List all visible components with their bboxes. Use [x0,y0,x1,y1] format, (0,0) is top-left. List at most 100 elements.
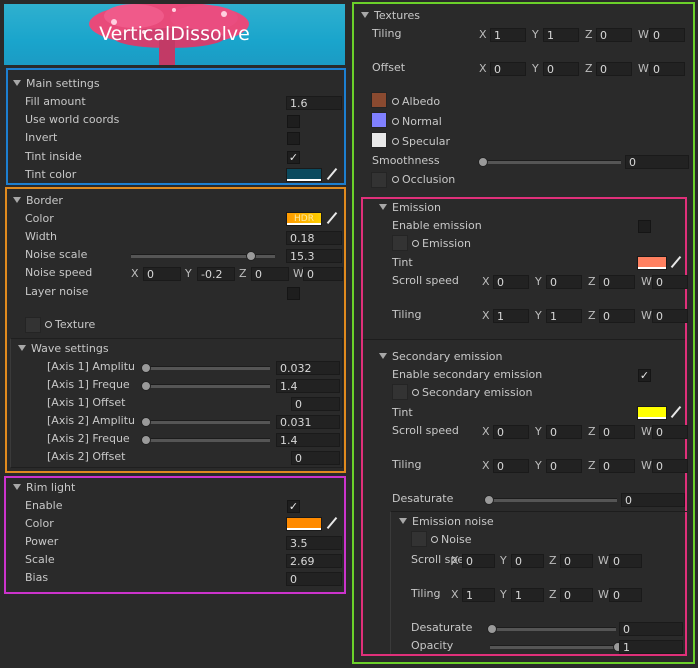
rim-light-foldout[interactable]: Rim light [13,481,75,494]
em-tiling-w-field[interactable]: 0 [652,309,688,323]
smoothness-slider[interactable] [481,160,621,164]
main-settings-foldout[interactable]: Main settings [13,77,100,90]
wave-row-slider-knob[interactable] [141,435,151,445]
wave-row-slider[interactable] [144,384,270,388]
wave-row-slider[interactable] [144,438,270,442]
color-picker-icon[interactable] [327,212,337,224]
em-tiling-z-field[interactable]: 0 [599,309,635,323]
sec-scroll-x-field[interactable]: 0 [493,425,529,439]
sec-tiling-w-field[interactable]: 0 [652,459,688,473]
smoothness-slider-knob[interactable] [478,157,488,167]
border-width-field[interactable]: 0.18 [286,231,342,245]
em-scroll-y-field[interactable]: 0 [546,275,582,289]
emission-noise-foldout[interactable]: Emission noise [399,515,494,528]
sec-tiling-x-field[interactable]: 0 [493,459,529,473]
sec-tiling-y-field[interactable]: 0 [546,459,582,473]
tint-color-swatch[interactable] [286,168,322,182]
border-foldout[interactable]: Border [13,194,63,207]
secondary-desaturate-field[interactable]: 0 [621,493,685,507]
fill-amount-field[interactable]: 1.6 [286,96,342,110]
em-tiling-x-field[interactable]: 1 [493,309,529,323]
object-picker-icon[interactable] [412,389,419,396]
noise-texture-slot[interactable] [411,531,427,547]
border-color-swatch[interactable]: HDR [286,212,322,226]
secondary-tint-swatch[interactable] [637,406,667,420]
em-scroll-x-field[interactable]: 0 [493,275,529,289]
noise-opacity-slider[interactable] [490,645,616,649]
rim-bias-field[interactable]: 0 [286,572,342,586]
secondary-emission-foldout[interactable]: Secondary emission [379,350,503,363]
noise-tiling-x-field[interactable]: 1 [462,588,495,602]
noise-tiling-y-field[interactable]: 1 [511,588,544,602]
wave-row-slider-knob[interactable] [141,381,151,391]
object-picker-icon[interactable] [45,321,52,328]
occlusion-slot[interactable] [371,172,387,188]
color-picker-icon[interactable] [671,256,681,268]
wave-row-field[interactable]: 1.4 [276,379,340,393]
invert-checkbox[interactable] [287,132,300,145]
sec-scroll-y-field[interactable]: 0 [546,425,582,439]
object-picker-icon[interactable] [392,138,399,145]
tex-offset-y-field[interactable]: 0 [543,62,579,76]
textures-foldout[interactable]: Textures [361,9,420,22]
wave-row-slider-knob[interactable] [141,363,151,373]
wave-row-field[interactable]: 1.4 [276,433,340,447]
em-scroll-w-field[interactable]: 0 [652,275,688,289]
noise-speed-z-field[interactable]: 0 [251,267,289,281]
noise-tiling-w-field[interactable]: 0 [609,588,642,602]
enable-emission-checkbox[interactable] [638,220,651,233]
tex-tiling-z-field[interactable]: 0 [596,28,632,42]
tex-tiling-w-field[interactable]: 0 [649,28,685,42]
normal-slot[interactable] [371,112,387,128]
albedo-slot[interactable] [371,92,387,108]
wave-row-slider[interactable] [144,366,270,370]
emission-texture-slot[interactable] [392,235,408,251]
noise-desaturate-field[interactable]: 0 [619,622,683,636]
texture-slot[interactable] [25,317,41,333]
noise-speed-x-field[interactable]: 0 [143,267,181,281]
rim-color-swatch[interactable] [286,517,322,531]
tex-tiling-y-field[interactable]: 1 [543,28,579,42]
smoothness-field[interactable]: 0 [625,155,689,169]
sec-scroll-w-field[interactable]: 0 [652,425,688,439]
emission-tint-swatch[interactable] [637,256,667,270]
color-picker-icon[interactable] [327,168,337,180]
em-tiling-y-field[interactable]: 1 [546,309,582,323]
wave-row-slider-knob[interactable] [141,417,151,427]
object-picker-icon[interactable] [392,98,399,105]
sec-scroll-z-field[interactable]: 0 [599,425,635,439]
noise-speed-y-field[interactable]: -0.2 [197,267,235,281]
noise-opacity-field[interactable]: 1 [619,640,683,654]
object-picker-icon[interactable] [431,536,438,543]
rim-enable-checkbox[interactable]: ✓ [287,500,300,513]
color-picker-icon[interactable] [671,406,681,418]
tint-inside-checkbox[interactable]: ✓ [287,151,300,164]
sec-tiling-z-field[interactable]: 0 [599,459,635,473]
rim-power-field[interactable]: 3.5 [286,536,342,550]
noise-speed-w-field[interactable]: 0 [303,267,343,281]
rim-scale-field[interactable]: 2.69 [286,554,342,568]
wave-row-field[interactable]: 0 [291,397,340,411]
tex-tiling-x-field[interactable]: 1 [490,28,526,42]
object-picker-icon[interactable] [392,118,399,125]
specular-slot[interactable] [371,132,387,148]
wave-row-slider[interactable] [144,420,270,424]
use-world-coords-checkbox[interactable] [287,115,300,128]
object-picker-icon[interactable] [412,240,419,247]
wave-row-field[interactable]: 0 [291,451,340,465]
layer-noise-checkbox[interactable] [287,287,300,300]
wave-settings-foldout[interactable]: Wave settings [18,342,109,355]
noise-scale-field[interactable]: 15.3 [286,249,342,263]
noise-scroll-w-field[interactable]: 0 [609,554,642,568]
wave-row-field[interactable]: 0.032 [276,361,340,375]
color-picker-icon[interactable] [327,517,337,529]
secondary-desaturate-slider-knob[interactable] [484,495,494,505]
em-scroll-z-field[interactable]: 0 [599,275,635,289]
noise-scroll-z-field[interactable]: 0 [560,554,593,568]
noise-scroll-y-field[interactable]: 0 [511,554,544,568]
noise-desaturate-slider-knob[interactable] [487,624,497,634]
wave-row-field[interactable]: 0.031 [276,415,340,429]
noise-scale-slider-knob[interactable] [246,251,257,261]
noise-desaturate-slider[interactable] [490,627,616,631]
noise-scroll-x-field[interactable]: 0 [462,554,495,568]
